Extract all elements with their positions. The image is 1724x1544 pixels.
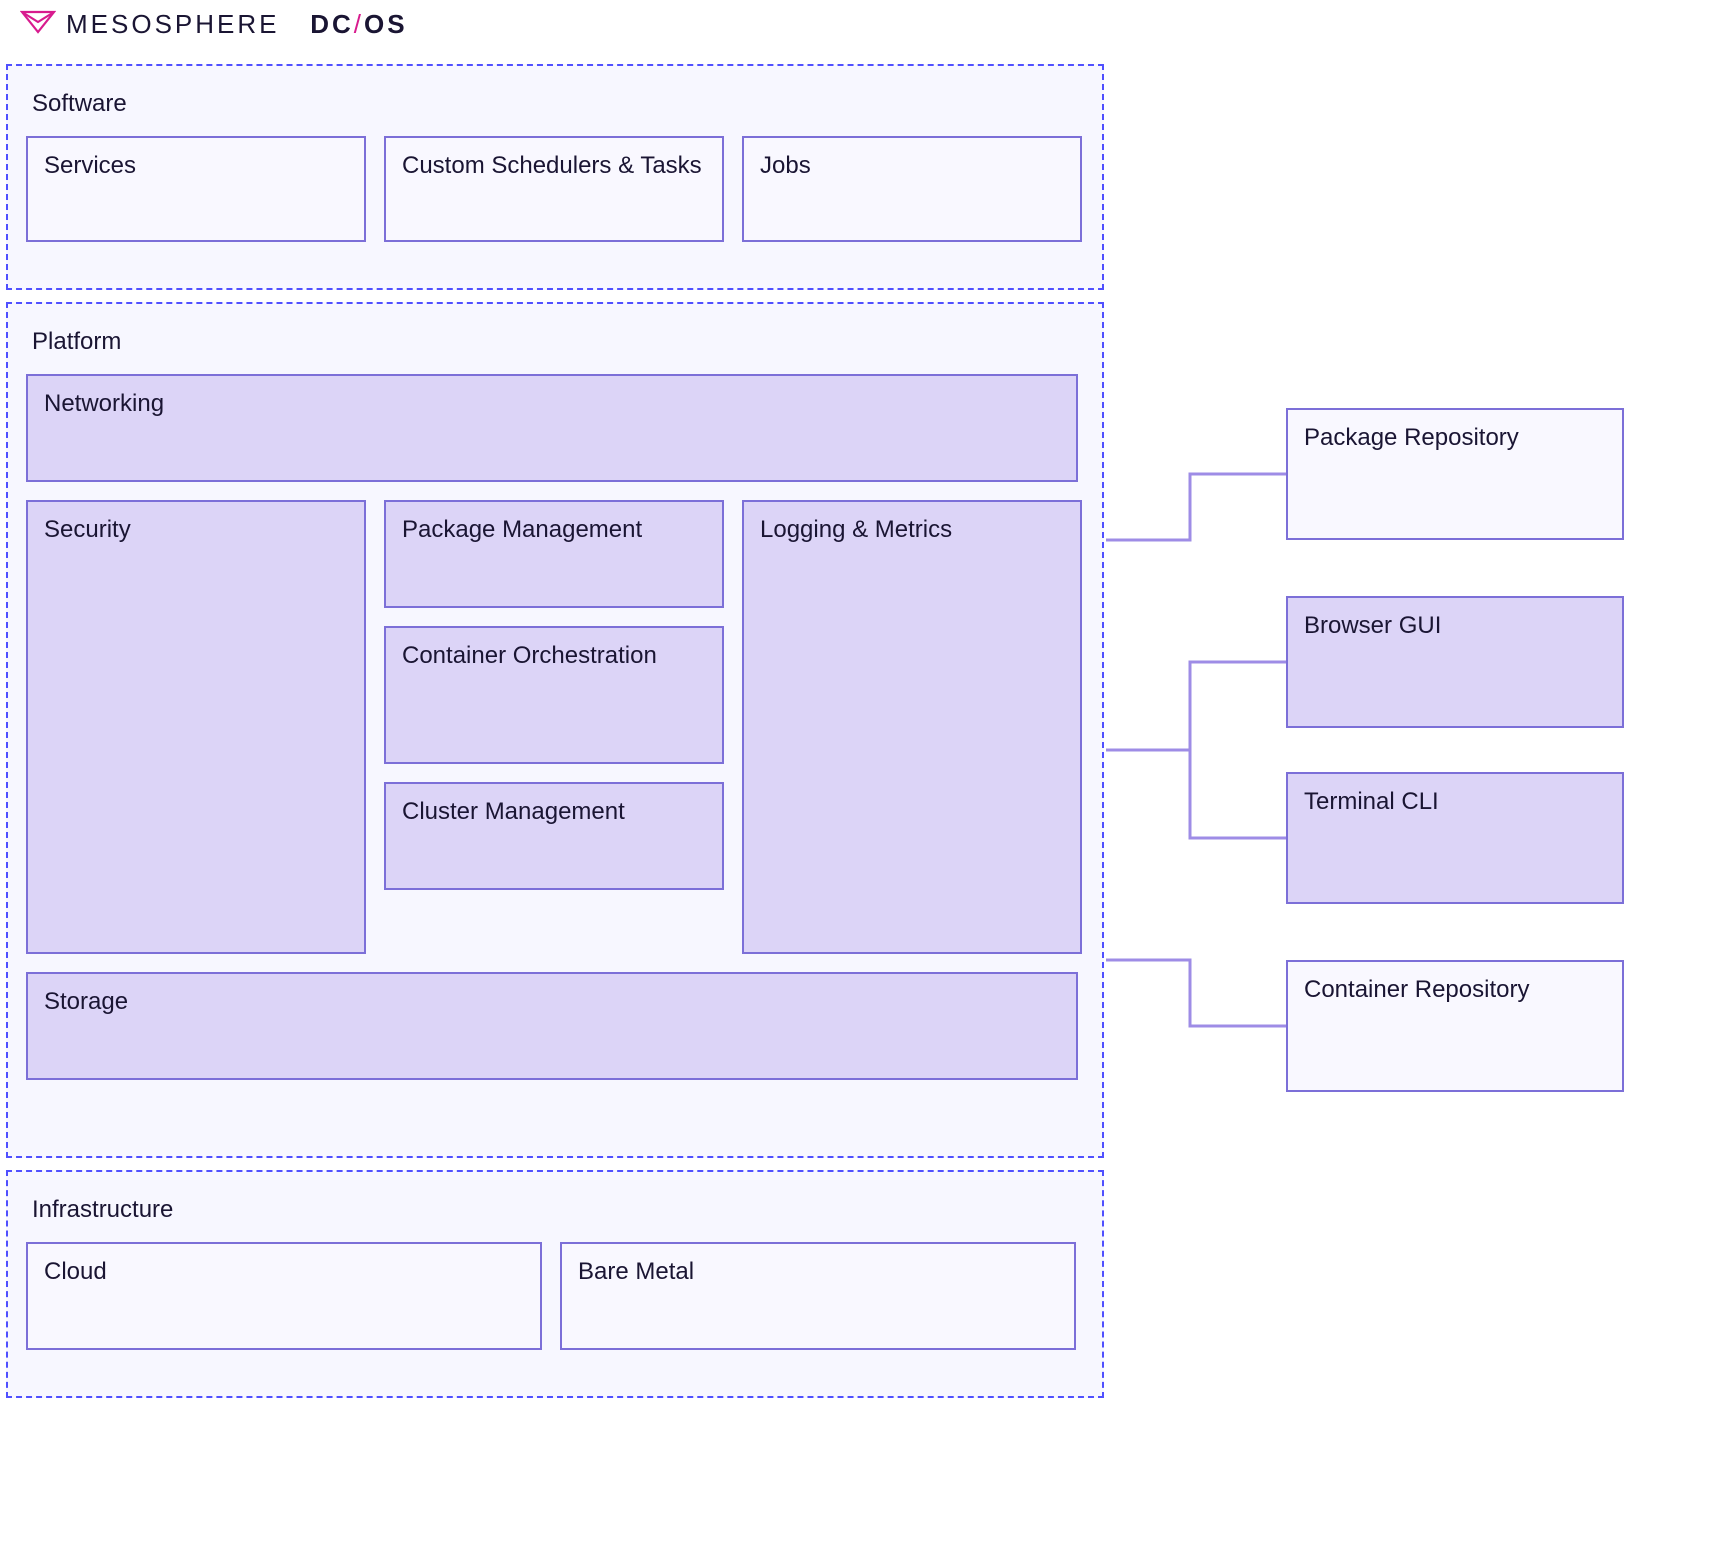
custom-schedulers-tile: Custom Schedulers & Tasks: [384, 136, 724, 242]
platform-group: Platform Networking Security Package Man…: [6, 302, 1104, 1158]
cloud-tile: Cloud: [26, 1242, 542, 1350]
software-group-title: Software: [32, 90, 1084, 118]
bare-metal-tile: Bare Metal: [560, 1242, 1076, 1350]
brand-name: MESOSPHERE: [66, 9, 280, 39]
mesosphere-logo-icon: [20, 8, 56, 41]
security-tile: Security: [26, 500, 366, 954]
platform-group-title: Platform: [32, 328, 1084, 356]
infrastructure-group-title: Infrastructure: [32, 1196, 1084, 1224]
package-management-tile: Package Management: [384, 500, 724, 608]
software-group: Software Services Custom Schedulers & Ta…: [6, 64, 1104, 290]
container-orchestration-tile: Container Orchestration: [384, 626, 724, 764]
cluster-management-tile: Cluster Management: [384, 782, 724, 890]
logging-metrics-tile: Logging & Metrics: [742, 500, 1082, 954]
terminal-cli-tile: Terminal CLI: [1286, 772, 1624, 904]
infrastructure-group: Infrastructure Cloud Bare Metal: [6, 1170, 1104, 1398]
product-prefix: DC: [310, 9, 354, 39]
package-repository-tile: Package Repository: [1286, 408, 1624, 540]
jobs-tile: Jobs: [742, 136, 1082, 242]
browser-gui-tile: Browser GUI: [1286, 596, 1624, 728]
container-repository-tile: Container Repository: [1286, 960, 1624, 1092]
services-tile: Services: [26, 136, 366, 242]
product-slash: /: [354, 9, 364, 39]
brand-text: MESOSPHERE DC/OS: [66, 9, 408, 40]
brand-logo: MESOSPHERE DC/OS: [20, 8, 408, 41]
product-suffix: OS: [364, 9, 408, 39]
storage-tile: Storage: [26, 972, 1078, 1080]
networking-tile: Networking: [26, 374, 1078, 482]
